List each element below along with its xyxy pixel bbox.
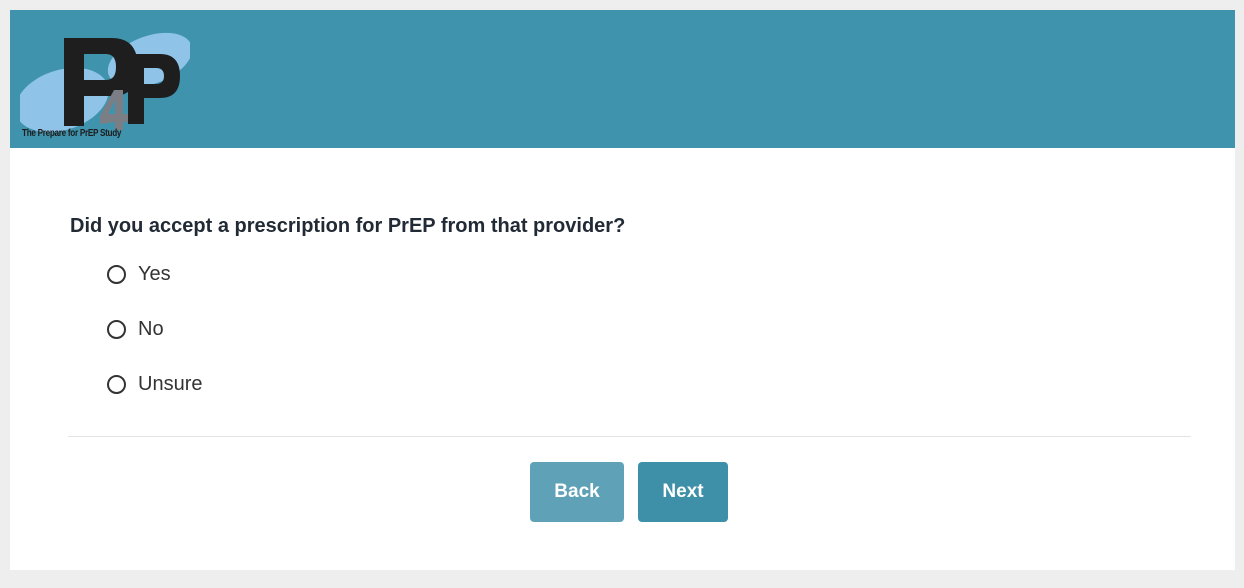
- site-header: The Prepare for PrEP Study: [10, 10, 1235, 148]
- question-text: Did you accept a prescription for PrEP f…: [70, 215, 626, 237]
- option-no[interactable]: No: [107, 313, 202, 346]
- radio-yes[interactable]: [107, 265, 126, 284]
- option-unsure[interactable]: Unsure: [107, 368, 202, 401]
- logo-caption: The Prepare for PrEP Study: [22, 127, 122, 139]
- option-label-yes: Yes: [138, 263, 171, 285]
- answer-options: Yes No Unsure: [107, 258, 202, 423]
- option-yes[interactable]: Yes: [107, 258, 202, 291]
- radio-no[interactable]: [107, 320, 126, 339]
- nav-buttons: Back Next: [530, 462, 728, 522]
- option-label-unsure: Unsure: [138, 373, 203, 395]
- back-button[interactable]: Back: [530, 462, 624, 522]
- option-label-no: No: [138, 318, 164, 340]
- survey-page: The Prepare for PrEP Study Did you accep…: [10, 10, 1235, 570]
- p4p-logo: The Prepare for PrEP Study: [20, 20, 190, 146]
- divider: [68, 436, 1191, 437]
- radio-unsure[interactable]: [107, 375, 126, 394]
- next-button[interactable]: Next: [638, 462, 728, 522]
